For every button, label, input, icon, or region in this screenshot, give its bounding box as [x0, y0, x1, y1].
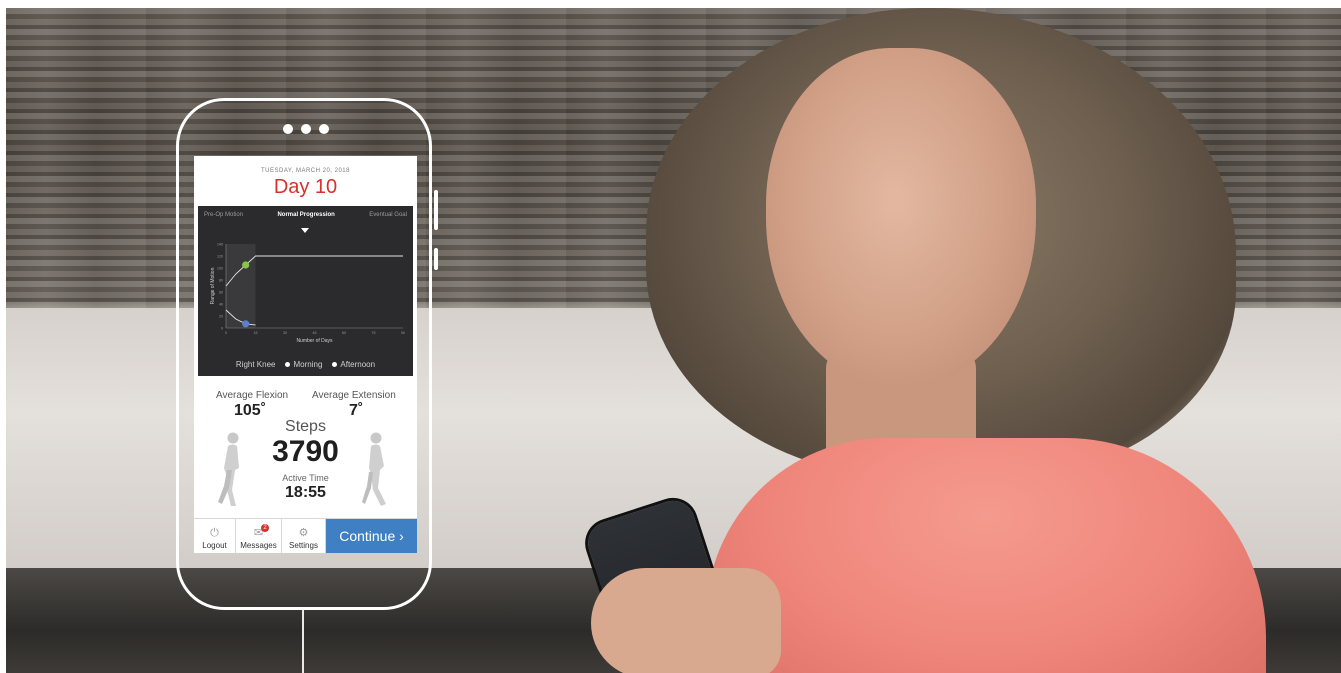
flexion-label: Average Flexion — [216, 390, 289, 401]
legend-knee: Right Knee — [235, 360, 276, 369]
y-tick-label: 0 — [221, 327, 223, 331]
phone-side-button — [434, 190, 438, 230]
messages-badge: 2 — [261, 524, 269, 532]
x-tick-label: 60 — [342, 331, 346, 335]
chart-legend: Right Knee Morning Afternoon — [198, 360, 413, 369]
logout-button[interactable]: ⏻ Logout — [194, 519, 236, 553]
chart-plot: 0 20 40 60 80 100 120 140 0 15 30 45 60 75 90 Number of… — [210, 243, 405, 345]
x-tick-label: 75 — [372, 331, 376, 335]
y-tick-label: 120 — [217, 255, 223, 259]
power-icon: ⏻ — [210, 527, 219, 539]
woman-hand — [591, 568, 781, 673]
x-axis-label: Number of Days — [296, 338, 333, 344]
x-tick-label: 90 — [401, 331, 405, 335]
tab-eventual-goal[interactable]: Eventual Goal — [369, 212, 407, 228]
callout-line — [302, 610, 304, 673]
data-point-1 — [242, 320, 250, 328]
legend-morning-label: Morning — [293, 360, 323, 369]
dot-icon — [301, 124, 311, 134]
bottom-nav: ⏻ Logout ✉ 2 Messages ⚙ Settings Continu… — [194, 518, 417, 553]
dot-icon — [319, 124, 329, 134]
data-point-0 — [242, 261, 250, 269]
legend-afternoon: Afternoon — [332, 360, 375, 369]
phase-tabs: Pre-Op Motion Normal Progression Eventua… — [198, 212, 413, 228]
steps-value: 3790 — [272, 435, 339, 468]
tab-pre-op[interactable]: Pre-Op Motion — [204, 212, 243, 228]
y-tick-label: 100 — [217, 267, 223, 271]
active-time-label: Active Time — [282, 473, 329, 483]
x-tick-label: 15 — [254, 331, 258, 335]
settings-button[interactable]: ⚙ Settings — [282, 519, 326, 553]
day-title: Day 10 — [273, 176, 338, 198]
dot-icon — [283, 124, 293, 134]
logout-label: Logout — [202, 541, 227, 550]
x-tick-label: 30 — [283, 331, 287, 335]
tab-normal-progression[interactable]: Normal Progression — [277, 212, 334, 228]
dot-icon — [285, 362, 291, 368]
messages-button[interactable]: ✉ 2 Messages — [236, 519, 282, 553]
y-tick-label: 20 — [219, 315, 223, 319]
dot-icon — [332, 362, 338, 368]
y-tick-label: 40 — [219, 303, 223, 307]
messages-label: Messages — [240, 541, 277, 550]
continue-button[interactable]: Continue › — [326, 519, 417, 553]
x-tick-label: 45 — [313, 331, 317, 335]
active-time-value: 18:55 — [285, 484, 326, 501]
y-tick-label: 140 — [217, 243, 223, 247]
y-axis-label: Range of Motion — [210, 267, 216, 304]
woman-face — [766, 48, 1036, 388]
gear-icon: ⚙ — [298, 527, 309, 539]
x-tick-label: 0 — [225, 331, 227, 335]
progress-chart: Pre-Op Motion Normal Progression Eventua… — [198, 206, 413, 376]
y-tick-label: 80 — [219, 279, 223, 283]
chart-shade — [226, 244, 256, 328]
y-tick-label: 60 — [219, 291, 223, 295]
date-label: TUESDAY, MARCH 20, 2018 — [261, 168, 350, 174]
settings-label: Settings — [289, 541, 318, 550]
steps-label: Steps — [285, 418, 326, 435]
legend-morning: Morning — [285, 360, 322, 369]
phone-dots — [283, 124, 329, 134]
phone-side-button — [434, 248, 438, 270]
legend-afternoon-label: Afternoon — [340, 360, 376, 369]
app-screen: TUESDAY, MARCH 20, 2018 Day 10 Pre-Op Mo… — [194, 156, 417, 553]
tab-pointer-icon — [301, 228, 309, 233]
extension-label: Average Extension — [312, 390, 396, 401]
